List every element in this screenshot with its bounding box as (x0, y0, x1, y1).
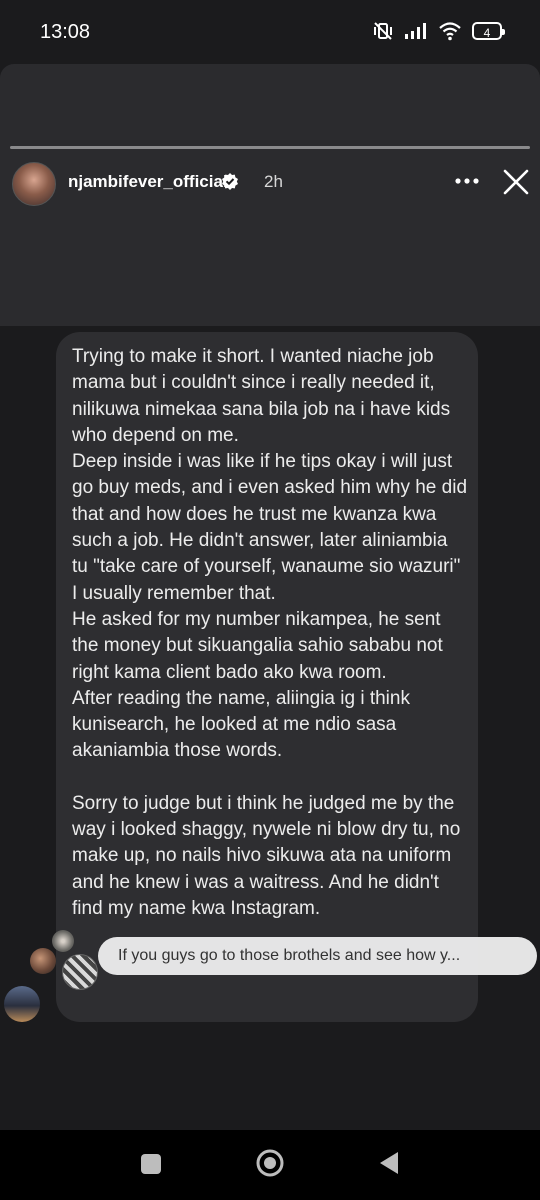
status-time: 13:08 (40, 21, 91, 43)
status-icons: 4 (372, 20, 505, 42)
status-bar: 13:08 4 (0, 0, 540, 64)
post-text: Trying to make it short. I wanted niache… (72, 344, 468, 922)
back-icon[interactable] (378, 1150, 400, 1176)
close-icon[interactable] (500, 166, 532, 198)
post-paragraph: After reading the name, aliingia ig i th… (72, 687, 410, 762)
commenter-avatar[interactable] (30, 948, 56, 974)
more-options-icon[interactable] (452, 166, 482, 196)
battery-level: 4 (483, 26, 491, 40)
wifi-icon (439, 22, 461, 41)
story-username[interactable]: njambifever_official (68, 172, 228, 192)
avatar[interactable] (12, 162, 56, 206)
post-paragraph: Sorry to judge but i think he judged me … (72, 792, 461, 919)
story-age: 2h (264, 172, 283, 191)
comment-text: If you guys go to those brothels and see… (118, 947, 461, 964)
post-paragraph: Deep inside i was like if he tips okay i… (72, 451, 468, 604)
comment-bubble[interactable]: If you guys go to those brothels and see… (98, 937, 537, 975)
post-paragraph: Trying to make it short. I wanted niache… (72, 346, 451, 446)
mute-vibrate-icon (374, 22, 392, 40)
post-paragraph: He asked for my number nikampea, he sent… (72, 608, 443, 683)
story-progress-bar (10, 146, 530, 149)
commenter-avatar[interactable] (62, 954, 98, 990)
battery-icon: 4 (472, 22, 505, 40)
home-icon[interactable] (255, 1148, 285, 1178)
commenter-avatar[interactable] (52, 930, 74, 952)
recent-apps-icon[interactable] (141, 1154, 161, 1174)
viewer-avatar[interactable] (4, 986, 40, 1022)
verified-badge-icon (222, 173, 238, 190)
signal-icon (405, 23, 426, 39)
